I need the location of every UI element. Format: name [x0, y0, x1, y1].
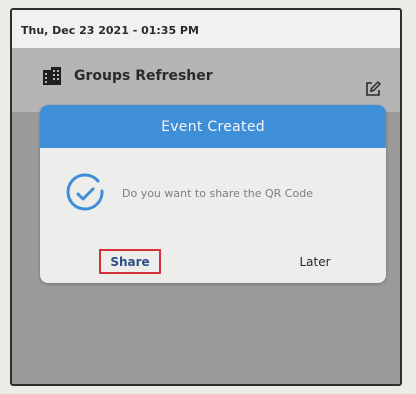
share-button[interactable]: Share: [99, 249, 161, 274]
dialog-title: Event Created: [161, 118, 265, 135]
later-button[interactable]: Later: [280, 251, 350, 273]
check-circle-icon: [62, 171, 108, 217]
date-time-header: Thu, Dec 23 2021 - 01:35 PM: [12, 10, 400, 48]
event-name: Groups Refresher: [74, 68, 213, 84]
phone-screen: Thu, Dec 23 2021 - 01:35 PM Groups Refre…: [10, 8, 402, 386]
dialog-message: Do you want to share the QR Code: [122, 187, 313, 200]
event-created-dialog: Event Created Do you want to share the Q…: [40, 105, 386, 283]
event-row[interactable]: Groups Refresher: [12, 48, 400, 113]
dialog-header: Event Created: [40, 105, 386, 148]
edit-icon[interactable]: [364, 80, 382, 98]
building-icon: [42, 66, 62, 86]
